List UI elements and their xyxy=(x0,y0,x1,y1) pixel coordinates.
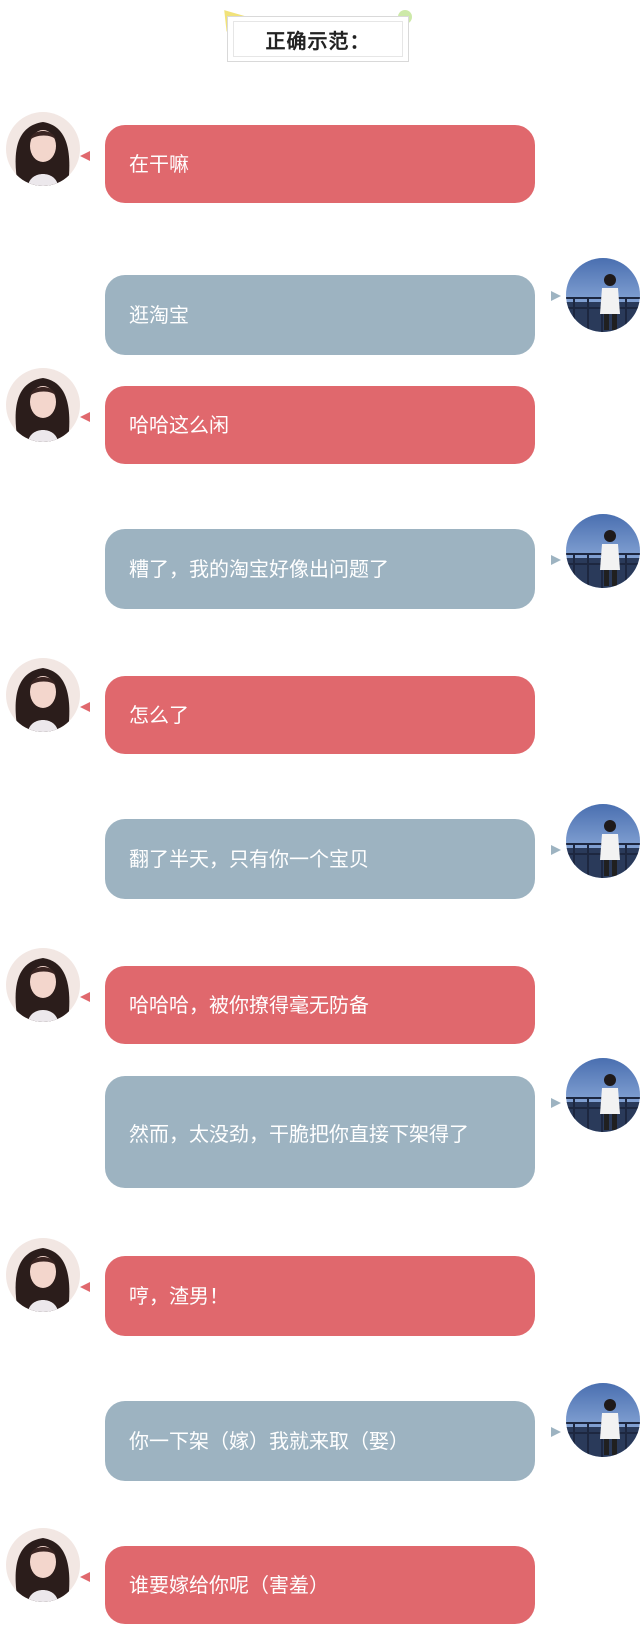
chat-row-boy: 翻了半天，只有你一个宝贝 xyxy=(0,804,640,904)
boy-avatar[interactable] xyxy=(566,258,640,332)
message-text: 逛淘宝 xyxy=(129,303,189,327)
message-text: 哈哈这么闲 xyxy=(129,413,229,437)
message-text: 在干嘛 xyxy=(129,152,189,176)
chat-row-boy: 你一下架（嫁）我就来取（娶） xyxy=(0,1383,640,1483)
message-text: 翻了半天，只有你一个宝贝 xyxy=(129,847,369,871)
message-bubble-boy: 糟了，我的淘宝好像出问题了 xyxy=(105,529,535,609)
message-text: 怎么了 xyxy=(129,703,189,727)
page-title: 正确示范： xyxy=(233,21,403,57)
bubble-tail xyxy=(80,1572,90,1582)
girl-avatar[interactable] xyxy=(6,658,80,732)
chat-row-girl: 哈哈哈，被你撩得毫无防备 xyxy=(0,948,640,1048)
boy-avatar[interactable] xyxy=(566,1383,640,1457)
chat-row-boy: 糟了，我的淘宝好像出问题了 xyxy=(0,514,640,614)
chat-row-girl: 哈哈这么闲 xyxy=(0,368,640,468)
message-text: 糟了，我的淘宝好像出问题了 xyxy=(129,557,389,581)
message-text: 哼，渣男！ xyxy=(129,1284,229,1308)
boy-avatar[interactable] xyxy=(566,1058,640,1132)
boy-avatar[interactable] xyxy=(566,804,640,878)
bubble-tail xyxy=(80,992,90,1002)
message-bubble-girl: 谁要嫁给你呢（害羞） xyxy=(105,1546,535,1624)
girl-avatar[interactable] xyxy=(6,368,80,442)
girl-avatar[interactable] xyxy=(6,112,80,186)
boy-avatar[interactable] xyxy=(566,514,640,588)
girl-avatar[interactable] xyxy=(6,1528,80,1602)
bubble-tail xyxy=(551,555,561,565)
chat-row-boy: 然而，太没劲，干脆把你直接下架得了 xyxy=(0,1058,640,1188)
chat-row-girl: 在干嘛 xyxy=(0,112,640,222)
bubble-tail xyxy=(551,1098,561,1108)
title-box: 正确示范： xyxy=(227,16,409,62)
message-bubble-boy: 你一下架（嫁）我就来取（娶） xyxy=(105,1401,535,1481)
message-bubble-boy: 然而，太没劲，干脆把你直接下架得了 xyxy=(105,1076,535,1188)
message-bubble-boy: 逛淘宝 xyxy=(105,275,535,355)
girl-avatar[interactable] xyxy=(6,948,80,1022)
chat-row-girl: 谁要嫁给你呢（害羞） xyxy=(0,1528,640,1635)
chat-row-girl: 哼，渣男！ xyxy=(0,1238,640,1338)
message-text: 谁要嫁给你呢（害羞） xyxy=(129,1573,329,1597)
chat-row-girl: 怎么了 xyxy=(0,658,640,758)
bubble-tail xyxy=(80,1282,90,1292)
bubble-tail xyxy=(551,291,561,301)
girl-avatar[interactable] xyxy=(6,1238,80,1312)
bubble-tail xyxy=(551,845,561,855)
message-text: 哈哈哈，被你撩得毫无防备 xyxy=(129,993,369,1017)
bubble-tail xyxy=(551,1427,561,1437)
chat-row-boy: 逛淘宝 xyxy=(0,258,640,358)
message-bubble-girl: 哼，渣男！ xyxy=(105,1256,535,1336)
message-bubble-girl: 怎么了 xyxy=(105,676,535,754)
message-bubble-boy: 翻了半天，只有你一个宝贝 xyxy=(105,819,535,899)
bubble-tail xyxy=(80,702,90,712)
message-bubble-girl: 哈哈哈，被你撩得毫无防备 xyxy=(105,966,535,1044)
message-bubble-girl: 在干嘛 xyxy=(105,125,535,203)
message-text: 你一下架（嫁）我就来取（娶） xyxy=(129,1429,409,1453)
section-title-card: 正确示范： xyxy=(215,2,412,64)
message-text: 然而，太没劲，干脆把你直接下架得了 xyxy=(129,1122,469,1146)
bubble-tail xyxy=(80,151,90,161)
bubble-tail xyxy=(80,412,90,422)
message-bubble-girl: 哈哈这么闲 xyxy=(105,386,535,464)
